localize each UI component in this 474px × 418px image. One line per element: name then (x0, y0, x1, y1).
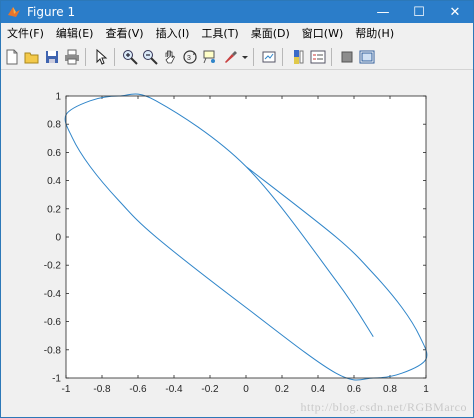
title-bar: Figure 1 — ☐ ✕ (1, 1, 473, 23)
x-tick-label: 0.4 (311, 384, 325, 395)
hide-plot-tools-icon[interactable] (338, 48, 356, 66)
colorbar-icon[interactable] (289, 48, 307, 66)
y-tick-label: -0.4 (44, 289, 62, 300)
menu-edit[interactable]: 编辑(E) (50, 23, 100, 45)
zoom-in-icon[interactable] (121, 48, 139, 66)
x-tick-label: -1 (62, 384, 71, 395)
y-tick-label: 0.6 (47, 148, 61, 159)
matlab-app-icon (7, 5, 21, 19)
menu-bar: 文件(F) 编辑(E) 查看(V) 插入(I) 工具(T) 桌面(D) 窗口(W… (1, 23, 473, 46)
brush-icon[interactable] (221, 48, 239, 66)
data-cursor-icon[interactable] (201, 48, 219, 66)
menu-insert[interactable]: 插入(I) (150, 23, 196, 45)
print-icon[interactable] (63, 48, 81, 66)
show-plot-tools-icon[interactable] (358, 48, 376, 66)
y-tick-label: 0.2 (47, 204, 61, 215)
y-tick-label: 0 (55, 233, 61, 244)
y-tick-label: -0.2 (44, 261, 62, 272)
x-tick-label: 0 (243, 384, 249, 395)
x-tick-label: -0.4 (165, 384, 183, 395)
menu-help[interactable]: 帮助(H) (349, 23, 400, 45)
plot-axes-area[interactable]: -1 -0.8 -0.6 -0.4 -0.2 0 0.2 0.4 0.6 0.8 1 1 0.8 0.6 0… (1, 70, 473, 417)
x-tick-label: -0.6 (129, 384, 147, 395)
minimize-button[interactable]: — (365, 1, 401, 23)
new-figure-icon[interactable] (3, 48, 21, 66)
brush-menu-chevron-down-icon[interactable] (241, 48, 249, 66)
pan-icon[interactable] (161, 48, 179, 66)
pointer-icon[interactable] (92, 48, 110, 66)
toolbar-separator (282, 48, 283, 66)
link-plot-icon[interactable] (260, 48, 278, 66)
maximize-button[interactable]: ☐ (401, 1, 437, 23)
x-tick-label: -0.8 (93, 384, 111, 395)
menu-view[interactable]: 查看(V) (99, 23, 149, 45)
menu-file[interactable]: 文件(F) (1, 23, 50, 45)
save-icon[interactable] (43, 48, 61, 66)
toolbar-separator (253, 48, 254, 66)
figure-canvas: -1 -0.8 -0.6 -0.4 -0.2 0 0.2 0.4 0.6 0.8 1 1 0.8 0.6 0… (1, 70, 473, 417)
rotate-3d-icon[interactable]: 3 (181, 48, 199, 66)
x-tick-label: 1 (423, 384, 429, 395)
y-tick-label: -1 (52, 374, 61, 385)
menu-desktop[interactable]: 桌面(D) (245, 23, 296, 45)
y-tick-label: 0.8 (47, 120, 61, 131)
y-tick-label: 0.4 (47, 176, 61, 187)
legend-icon[interactable] (309, 48, 327, 66)
x-tick-label: 0.2 (275, 384, 289, 395)
close-button[interactable]: ✕ (437, 1, 473, 23)
window-title: Figure 1 (27, 5, 76, 19)
svg-text:3: 3 (187, 55, 191, 62)
figure-toolbar: 3 (1, 45, 473, 70)
y-tick-label: -0.6 (44, 317, 62, 328)
y-tick-label: -0.8 (44, 345, 62, 356)
figure-window: Figure 1 — ☐ ✕ 文件(F) 编辑(E) 查看(V) 插入(I) 工… (0, 0, 474, 418)
toolbar-separator (331, 48, 332, 66)
open-file-icon[interactable] (23, 48, 41, 66)
x-tick-label: 0.8 (383, 384, 397, 395)
x-tick-label: 0.6 (347, 384, 361, 395)
watermark: http://blog.csdn.net/RGBMarco (300, 400, 467, 414)
toolbar-separator (114, 48, 115, 66)
menu-window[interactable]: 窗口(W) (296, 23, 349, 45)
y-tick-label: 1 (55, 92, 61, 103)
toolbar-separator (85, 48, 86, 66)
menu-tools[interactable]: 工具(T) (195, 23, 244, 45)
x-tick-label: -0.2 (201, 384, 219, 395)
axes-background (66, 96, 426, 378)
zoom-out-icon[interactable] (141, 48, 159, 66)
